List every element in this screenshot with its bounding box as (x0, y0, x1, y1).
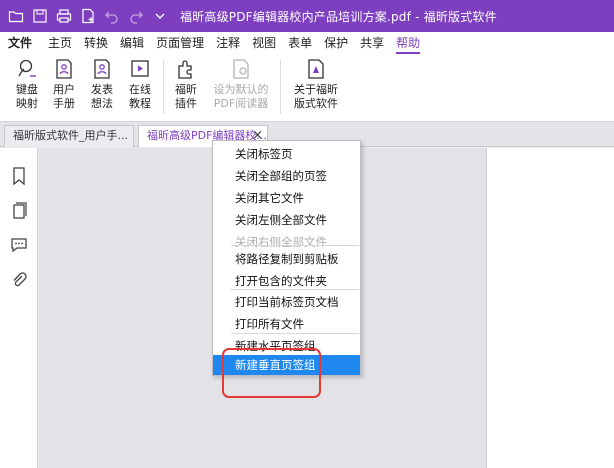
about-icon (308, 59, 324, 79)
bookmark-icon[interactable] (9, 166, 29, 186)
menu-file[interactable]: 文件 (8, 32, 32, 54)
menu-bar: 文件 主页 转换 编辑 页面管理 注释 视图 表单 保护 共享 帮助 (0, 32, 614, 54)
menu-share[interactable]: 共享 (360, 32, 384, 54)
ribbon-separator (163, 60, 164, 114)
print-icon[interactable] (52, 4, 76, 28)
plugin-button[interactable]: 福昕 插件 (167, 57, 205, 111)
tab-user-manual[interactable]: 福昕版式软件_用户手... (4, 125, 134, 147)
menu-page-manage[interactable]: 页面管理 (156, 32, 204, 54)
tab-context-menu: 关闭标签页 关闭全部组的页签 关闭其它文件 关闭左侧全部文件 关闭右侧全部文件 … (212, 140, 361, 376)
save-icon[interactable] (28, 4, 52, 28)
about-label-2: 版式软件 (294, 97, 338, 110)
pdf-page[interactable] (486, 148, 614, 468)
ribbon-toolbar: 键盘 映射 用户 手册 发表 想法 在线 教程 福昕 插件 设为默认的 PDF阅… (0, 54, 614, 122)
menu-copy-path[interactable]: 将路径复制到剪贴板 (213, 248, 360, 270)
menu-separator (231, 245, 359, 246)
folder-icon[interactable] (4, 4, 28, 28)
menu-print-all[interactable]: 打印所有文件 (213, 313, 360, 335)
menu-print-current[interactable]: 打印当前标签页文档 (213, 291, 360, 313)
menu-help[interactable]: 帮助 (396, 32, 421, 54)
set-default-reader-label-2: PDF阅读器 (213, 97, 269, 110)
menu-separator (231, 289, 359, 290)
set-default-reader-button[interactable]: 设为默认的 PDF阅读器 (208, 57, 274, 111)
user-manual-button[interactable]: 用户 手册 (45, 57, 83, 111)
comment-icon[interactable] (9, 235, 29, 255)
online-tutorial-label-2: 教程 (129, 97, 151, 110)
keyboard-map-button[interactable]: 键盘 映射 (8, 57, 46, 111)
menu-close-left-files[interactable]: 关闭左侧全部文件 (213, 209, 360, 231)
menu-comment[interactable]: 注释 (216, 32, 240, 54)
menu-protect[interactable]: 保护 (324, 32, 348, 54)
online-tutorial-icon (131, 60, 149, 77)
set-default-reader-label-1: 设为默认的 (213, 83, 269, 96)
menu-close-other-files[interactable]: 关闭其它文件 (213, 187, 360, 209)
window-title: 福昕高级PDF编辑器校内产品培训方案.pdf - 福昕版式软件 (180, 9, 497, 24)
user-manual-label-1: 用户 (53, 83, 75, 96)
new-doc-icon[interactable] (76, 4, 100, 28)
menu-view[interactable]: 视图 (252, 32, 276, 54)
keyboard-map-label-1: 键盘 (16, 83, 38, 96)
quick-access-toolbar (0, 4, 172, 28)
attachment-icon[interactable] (9, 271, 29, 291)
user-manual-label-2: 手册 (53, 97, 75, 110)
menu-close-tab[interactable]: 关闭标签页 (213, 143, 360, 165)
user-manual-icon (56, 59, 72, 79)
online-tutorial-label-1: 在线 (129, 83, 151, 96)
menu-separator (231, 333, 359, 334)
default-reader-icon (233, 59, 249, 79)
menu-edit[interactable]: 编辑 (120, 32, 144, 54)
feedback-label-2: 想法 (91, 97, 113, 110)
feedback-button[interactable]: 发表 想法 (83, 57, 121, 111)
pages-icon[interactable] (9, 201, 29, 221)
about-button[interactable]: 关于福昕 版式软件 (290, 57, 342, 111)
redo-icon[interactable] (124, 4, 148, 28)
menu-form[interactable]: 表单 (288, 32, 312, 54)
keyboard-map-icon (18, 59, 36, 77)
dropdown-icon[interactable] (148, 4, 172, 28)
plugin-label-2: 插件 (175, 97, 197, 110)
feedback-icon (94, 59, 110, 79)
ribbon-separator-2 (280, 60, 281, 114)
title-bar: 福昕高级PDF编辑器校内产品培训方案.pdf - 福昕版式软件 (0, 0, 614, 32)
online-tutorial-button[interactable]: 在线 教程 (121, 57, 159, 111)
left-sidebar (0, 148, 38, 468)
highlight-annotation-box (222, 348, 321, 398)
about-label-1: 关于福昕 (294, 83, 338, 96)
menu-convert[interactable]: 转换 (84, 32, 108, 54)
feedback-label-1: 发表 (91, 83, 113, 96)
menu-home[interactable]: 主页 (48, 32, 72, 54)
tab-user-manual-label: 福昕版式软件_用户手... (13, 129, 128, 142)
plugin-icon (178, 60, 192, 79)
keyboard-map-label-2: 映射 (16, 97, 38, 110)
undo-icon[interactable] (100, 4, 124, 28)
menu-close-all-groups[interactable]: 关闭全部组的页签 (213, 165, 360, 187)
plugin-label-1: 福昕 (175, 83, 197, 96)
